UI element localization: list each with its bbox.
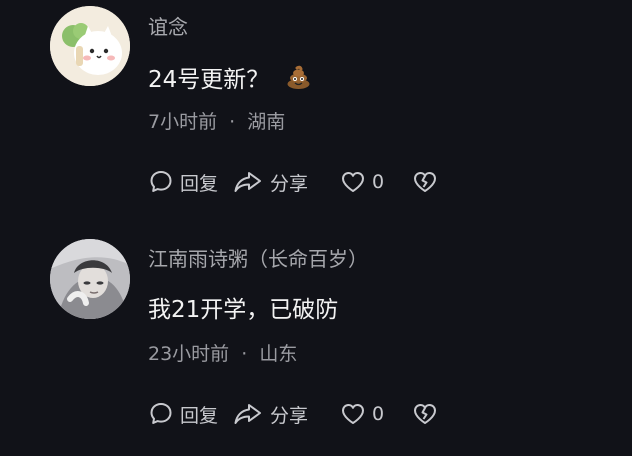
comment-bubble-icon (150, 171, 172, 192)
comment-username[interactable]: 江南雨诗粥（长命百岁） (148, 247, 368, 271)
comment-text-content: 24号更新？ (148, 67, 270, 93)
broken-heart-icon (414, 404, 436, 424)
comment-text: 我21开学，已破防 (148, 296, 338, 324)
like-button[interactable]: 0 (340, 398, 412, 430)
comment-actions: 回复 分享 0 (148, 398, 444, 430)
comment-actions: 回复 分享 0 (148, 166, 444, 198)
comment-time: 7小时前 (148, 111, 218, 133)
reply-label: 回复 (180, 172, 219, 195)
comment-meta: 23小时前 · 山东 (148, 342, 297, 366)
person-avatar-image (50, 239, 130, 319)
avatar[interactable] (50, 6, 130, 86)
dislike-button[interactable] (412, 166, 444, 198)
comment-location: 湖南 (247, 111, 286, 133)
comment-location: 山东 (259, 343, 298, 365)
heart-icon (342, 404, 364, 424)
reply-button[interactable]: 回复 (148, 166, 232, 198)
share-button[interactable]: 分享 (232, 398, 340, 430)
comment-username[interactable]: 谊念 (148, 15, 188, 39)
like-count: 0 (372, 171, 385, 193)
reply-label: 回复 (180, 404, 219, 427)
comment-text-content: 我21开学，已破防 (148, 297, 339, 323)
poop-emoji (285, 64, 312, 91)
comment-bubble-icon (150, 403, 172, 424)
like-count: 0 (372, 403, 385, 425)
share-arrow-icon (234, 172, 261, 192)
meta-separator: · (229, 111, 236, 133)
share-button[interactable]: 分享 (232, 166, 340, 198)
share-label: 分享 (270, 172, 309, 195)
like-button[interactable]: 0 (340, 166, 412, 198)
dislike-button[interactable] (412, 398, 444, 430)
avatar[interactable] (50, 239, 130, 319)
cat-avatar-image (50, 6, 130, 86)
reply-button[interactable]: 回复 (148, 398, 232, 430)
comment-time: 23小时前 (148, 343, 230, 365)
comment-item: 江南雨诗粥（长命百岁） 我21开学，已破防 23小时前 · 山东 回复 分享 0 (0, 228, 632, 456)
broken-heart-icon (414, 172, 436, 192)
comment-text: 24号更新？ (148, 64, 312, 94)
share-arrow-icon (234, 404, 261, 424)
share-label: 分享 (270, 404, 309, 427)
meta-separator: · (241, 343, 248, 365)
heart-icon (342, 172, 364, 192)
comment-meta: 7小时前 · 湖南 (148, 110, 285, 134)
comment-item: 谊念 24号更新？ 7小时前 · 湖南 回复 分享 0 (0, 0, 632, 228)
